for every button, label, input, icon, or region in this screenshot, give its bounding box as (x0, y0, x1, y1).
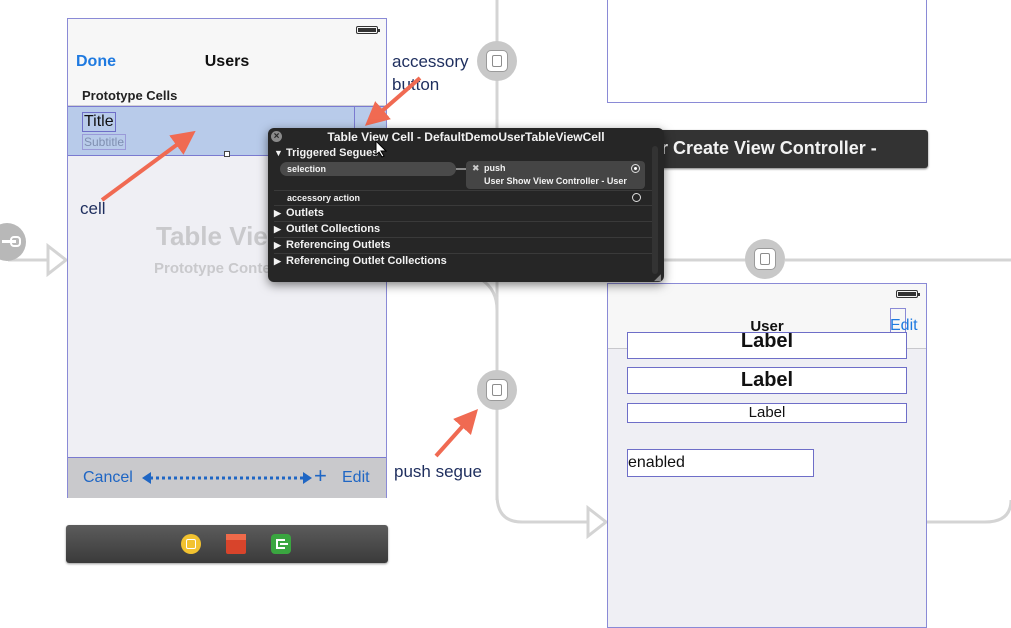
connections-popup[interactable]: × Table View Cell - DefaultDemoUserTable… (268, 128, 664, 282)
popup-scrollbar[interactable] (652, 146, 658, 274)
outlets-header[interactable]: ▶ Outlets (274, 207, 650, 219)
connection-radio-filled[interactable] (631, 164, 640, 173)
outlets-label: Outlets (286, 207, 324, 219)
disclosure-open-icon[interactable]: ▼ (274, 148, 286, 158)
referencing-outlets-label: Referencing Outlets (286, 239, 391, 251)
accessory-action-label: accessory action (287, 193, 361, 203)
disclosure-closed-icon[interactable]: ▶ (274, 240, 286, 251)
popup-title: Table View Cell - DefaultDemoUserTableVi… (327, 130, 605, 144)
mouse-cursor-icon (375, 140, 387, 158)
connection-line (456, 168, 466, 170)
remove-connection-icon[interactable]: ✖ (472, 163, 480, 174)
connection-radio-empty[interactable] (632, 193, 641, 202)
referencing-outlets-header[interactable]: ▶ Referencing Outlets (274, 239, 650, 251)
triggered-segues-header[interactable]: ▼ Triggered Segues (274, 147, 650, 159)
accessory-arrow (364, 76, 422, 126)
selection-connection[interactable]: selection (280, 162, 456, 176)
push-segue-connection[interactable]: ✖ push User Show View Controller - User (466, 161, 645, 189)
triggered-segues-label: Triggered Segues (286, 147, 379, 159)
divider (274, 237, 654, 238)
divider (274, 190, 654, 191)
disclosure-closed-icon[interactable]: ▶ (274, 256, 286, 267)
segue-type: push (484, 163, 506, 173)
referencing-outlet-collections-header[interactable]: ▶ Referencing Outlet Collections (274, 255, 650, 267)
referencing-outlet-collections-label: Referencing Outlet Collections (286, 255, 447, 267)
disclosure-closed-icon[interactable]: ▶ (274, 208, 286, 219)
outlet-collections-header[interactable]: ▶ Outlet Collections (274, 223, 650, 235)
outlet-collections-label: Outlet Collections (286, 223, 381, 235)
divider (274, 205, 654, 206)
cell-arrow (100, 130, 196, 202)
push-segue-arrow (434, 409, 479, 458)
divider (274, 221, 654, 222)
segue-destination: User Show View Controller - User (484, 176, 627, 186)
resize-grip-icon[interactable]: ◢ (654, 272, 661, 283)
divider (274, 253, 654, 254)
disclosure-closed-icon[interactable]: ▶ (274, 224, 286, 235)
annotation-arrows (100, 76, 479, 458)
